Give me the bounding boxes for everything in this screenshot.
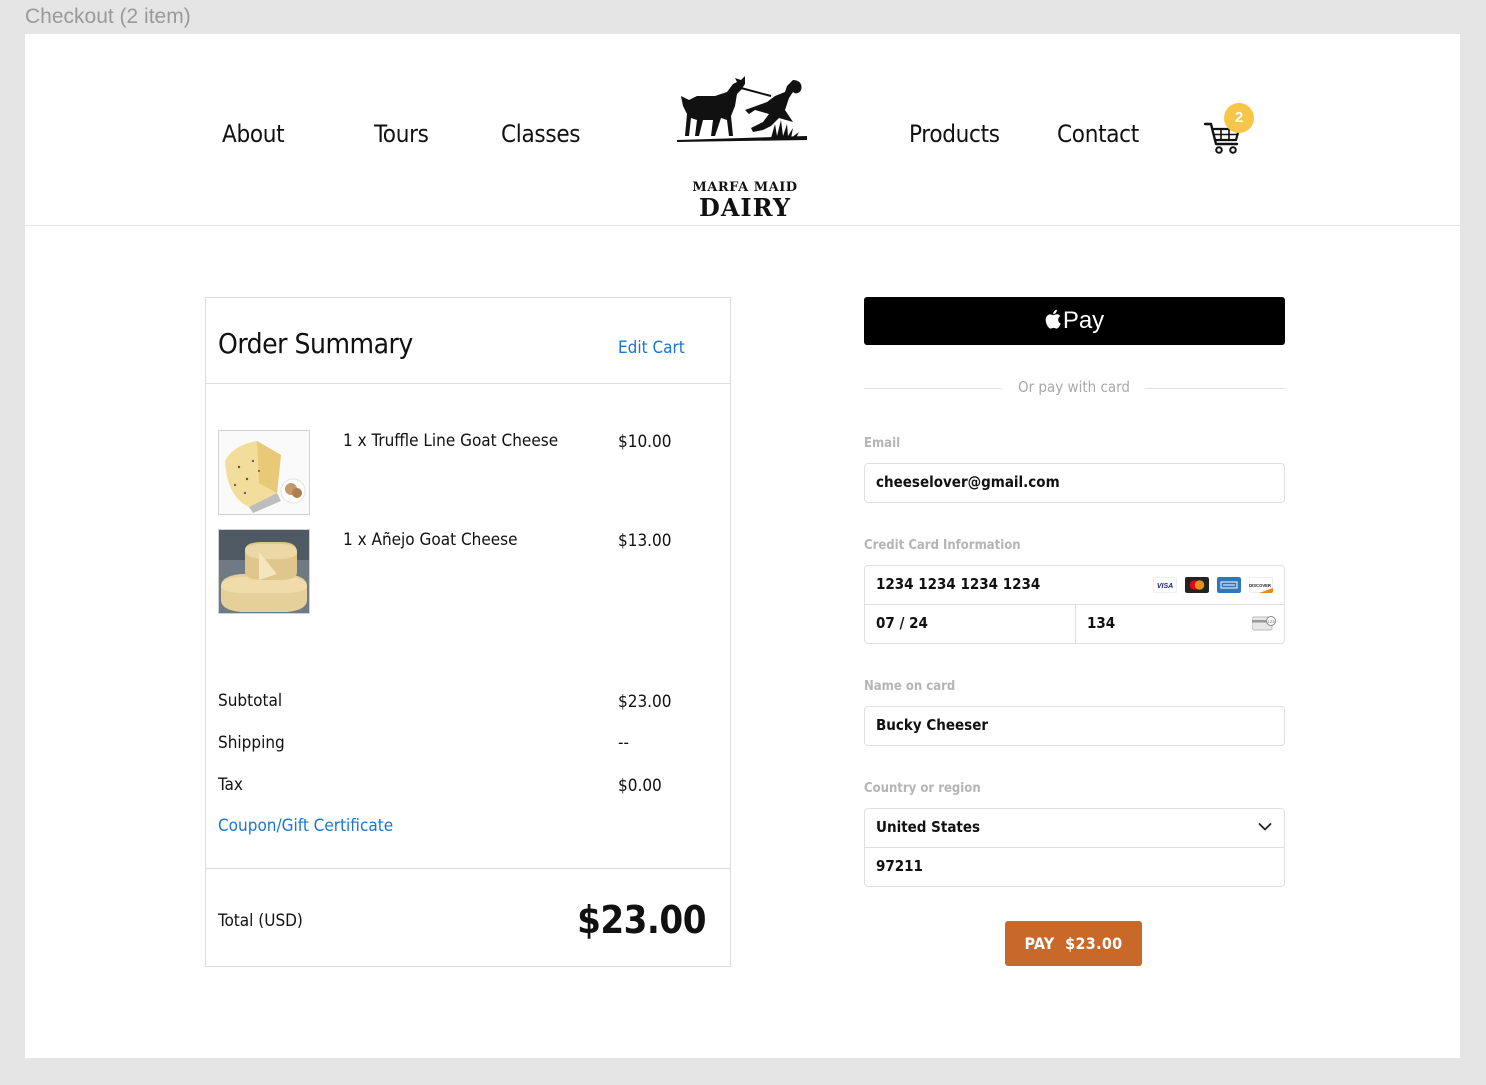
country-select[interactable]: United States (865, 809, 1284, 847)
name-on-card-value: Bucky Cheeser (876, 716, 989, 734)
nav-classes[interactable]: Classes (501, 122, 581, 146)
visa-icon: VISA (1153, 577, 1177, 593)
order-summary-title: Order Summary (218, 327, 413, 360)
goat-and-milkmaid-icon (677, 76, 807, 142)
cart-item-name: 1 x Añejo Goat Cheese (343, 530, 518, 550)
pay-button[interactable]: PAY $23.00 (1005, 921, 1142, 966)
cart-item-name: 1 x Truffle Line Goat Cheese (343, 431, 559, 451)
checkout-page: About Tours Classes MARFA MAID DAIRY Pro… (25, 34, 1460, 1058)
or-divider-right (1145, 388, 1285, 389)
mastercard-icon (1185, 577, 1209, 593)
amex-icon (1217, 577, 1241, 593)
card-info-label: Credit Card Information (864, 538, 1021, 553)
name-on-card-field[interactable]: Bucky Cheeser (864, 706, 1285, 746)
svg-text:DISCOVER: DISCOVER (1249, 583, 1271, 588)
discover-icon: DISCOVER (1249, 577, 1273, 593)
truffle-cheese-image (218, 430, 310, 515)
svg-text:123: 123 (1268, 619, 1275, 624)
card-info-group: 1234 1234 1234 1234 VISA DISCOVER 07 / 2… (864, 565, 1285, 644)
email-label: Email (864, 436, 901, 451)
zip-value: 97211 (876, 857, 923, 875)
cart-item-price: $10.00 (618, 432, 672, 452)
svg-text:VISA: VISA (1157, 583, 1173, 590)
tax-value: $0.00 (618, 776, 662, 796)
email-field[interactable]: cheeselover@gmail.com (864, 463, 1285, 503)
card-cvc-value: 134 (1087, 614, 1116, 632)
frame-title: Checkout (2 item) (25, 5, 191, 28)
nav-contact[interactable]: Contact (1057, 122, 1139, 146)
order-summary: Order Summary Edit Cart 1 x Truffle Line… (205, 297, 731, 967)
nav-products[interactable]: Products (909, 122, 1000, 146)
card-cvc-field[interactable]: 134 123 (1076, 605, 1284, 643)
or-divider-left (864, 388, 1002, 389)
site-header: About Tours Classes MARFA MAID DAIRY Pro… (25, 34, 1460, 226)
apple-pay-label: Pay (1062, 307, 1105, 334)
card-expiry-field[interactable]: 07 / 24 (865, 605, 1075, 643)
summary-divider (206, 868, 730, 869)
or-pay-with-card-text: Or pay with card (1017, 378, 1130, 396)
coupon-link[interactable]: Coupon/Gift Certificate (218, 818, 393, 835)
cart-item-price: $13.00 (618, 531, 672, 551)
address-group: United States 97211 (864, 808, 1285, 887)
card-number-value: 1234 1234 1234 1234 (876, 575, 1041, 593)
subtotal-label: Subtotal (218, 691, 283, 711)
anejo-cheese-image (218, 529, 310, 614)
card-number-field[interactable]: 1234 1234 1234 1234 VISA DISCOVER (865, 566, 1284, 605)
total-label: Total (USD) (218, 911, 303, 931)
apple-icon (1045, 309, 1061, 329)
apple-pay-button[interactable]: Pay (864, 297, 1285, 345)
cvc-card-icon: 123 (1252, 616, 1276, 631)
name-on-card-label: Name on card (864, 679, 956, 694)
total-value: $23.00 (577, 898, 706, 942)
country-label: Country or region (864, 781, 981, 796)
logo-line2: DAIRY (699, 193, 791, 222)
nav-tours[interactable]: Tours (374, 122, 429, 146)
email-value: cheeselover@gmail.com (876, 473, 1060, 491)
shipping-value: -- (618, 733, 630, 753)
country-value: United States (876, 818, 981, 836)
tax-label: Tax (218, 775, 243, 795)
edit-cart-link[interactable]: Edit Cart (618, 340, 685, 357)
nav-about[interactable]: About (222, 122, 285, 146)
shipping-label: Shipping (218, 733, 285, 753)
subtotal-value: $23.00 (618, 692, 672, 712)
chevron-down-icon (1258, 823, 1272, 831)
cart-count-badge: 2 (1224, 103, 1254, 133)
summary-divider (206, 383, 730, 384)
site-logo[interactable]: MARFA MAID DAIRY (675, 74, 815, 220)
card-expiry-value: 07 / 24 (876, 614, 928, 632)
zip-field[interactable]: 97211 (865, 848, 1284, 886)
